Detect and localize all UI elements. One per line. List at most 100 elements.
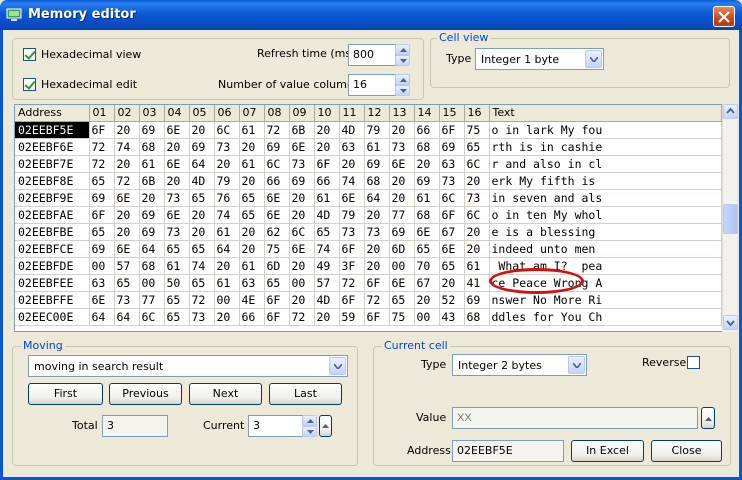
- byte-cell[interactable]: 73: [464, 189, 490, 207]
- byte-cell[interactable]: 6F: [264, 308, 290, 326]
- byte-cell[interactable]: 6F: [339, 291, 365, 309]
- current-go-button[interactable]: [319, 415, 332, 437]
- byte-cell[interactable]: 65: [89, 172, 115, 190]
- byte-cell[interactable]: 20: [164, 172, 190, 190]
- byte-cell[interactable]: 61: [164, 257, 190, 275]
- value-columns-input[interactable]: 16: [348, 74, 396, 96]
- byte-cell[interactable]: 76: [214, 189, 240, 207]
- byte-cell[interactable]: 61: [314, 189, 340, 207]
- byte-cell[interactable]: 77: [139, 291, 165, 309]
- byte-cell[interactable]: 64: [139, 240, 165, 258]
- byte-cell[interactable]: 6E: [264, 206, 290, 224]
- byte-cell[interactable]: 20: [214, 257, 240, 275]
- previous-button[interactable]: Previous: [109, 383, 182, 405]
- byte-cell[interactable]: 57: [114, 257, 140, 275]
- byte-cell[interactable]: 6E: [439, 240, 465, 258]
- current-spinner[interactable]: [302, 415, 317, 437]
- byte-cell[interactable]: 20: [339, 155, 365, 173]
- byte-cell[interactable]: 61: [214, 223, 240, 241]
- byte-cell[interactable]: 72: [189, 291, 215, 309]
- moving-mode-select[interactable]: moving in search result: [28, 355, 348, 377]
- byte-cell[interactable]: 77: [389, 206, 415, 224]
- byte-cell[interactable]: 20: [239, 172, 265, 190]
- byte-cell[interactable]: 73: [164, 189, 190, 207]
- byte-cell[interactable]: 63: [239, 274, 265, 292]
- address-cell[interactable]: 02EEBFBE: [15, 223, 90, 241]
- byte-cell[interactable]: 4D: [189, 172, 215, 190]
- text-cell[interactable]: indeed unto men: [489, 240, 722, 258]
- byte-cell[interactable]: 6C: [289, 223, 315, 241]
- byte-cell[interactable]: 75: [464, 121, 490, 139]
- byte-cell[interactable]: 00: [139, 274, 165, 292]
- byte-cell[interactable]: 6E: [114, 189, 140, 207]
- byte-cell[interactable]: 72: [89, 155, 115, 173]
- byte-cell[interactable]: 20: [464, 240, 490, 258]
- cell-view-type-select[interactable]: Integer 1 byte: [475, 48, 604, 70]
- byte-cell[interactable]: 61: [414, 189, 440, 207]
- text-cell[interactable]: erk My fifth is: [489, 172, 722, 190]
- byte-cell[interactable]: 69: [439, 138, 465, 156]
- text-cell[interactable]: o in lark My fou: [489, 121, 722, 139]
- byte-cell[interactable]: 61: [139, 155, 165, 173]
- hex-view-checkbox[interactable]: [23, 48, 36, 61]
- byte-cell[interactable]: 4D: [339, 121, 365, 139]
- spin-down-button[interactable]: [395, 85, 410, 96]
- byte-cell[interactable]: 73: [439, 172, 465, 190]
- byte-cell[interactable]: 65: [464, 138, 490, 156]
- table-row[interactable]: 02EEBF5E 6F 20 69 6E 20 6C 61 72 6B 20 4D 79 20 66 6F 75…: [15, 121, 722, 139]
- byte-cell[interactable]: 65: [189, 274, 215, 292]
- byte-cell[interactable]: 6C: [464, 155, 490, 173]
- byte-cell[interactable]: 69: [139, 121, 165, 139]
- byte-cell[interactable]: 6C: [464, 206, 490, 224]
- byte-cell[interactable]: 68: [364, 172, 390, 190]
- table-row[interactable]: 02EEBF7E 72 20 61 6E 64 20 61 6C 73 6F 20 69 6E 20 63 6C…: [15, 155, 722, 173]
- value-apply-button[interactable]: [701, 407, 715, 429]
- byte-cell[interactable]: 66: [314, 172, 340, 190]
- byte-cell[interactable]: 68: [139, 138, 165, 156]
- address-cell[interactable]: 02EEBFCE: [15, 240, 90, 258]
- byte-cell[interactable]: 20: [239, 138, 265, 156]
- byte-cell[interactable]: 6F: [439, 121, 465, 139]
- byte-cell[interactable]: 72: [114, 172, 140, 190]
- byte-cell[interactable]: 20: [189, 121, 215, 139]
- byte-cell[interactable]: 6F: [364, 274, 390, 292]
- byte-cell[interactable]: 20: [414, 291, 440, 309]
- byte-cell[interactable]: 74: [189, 257, 215, 275]
- byte-cell[interactable]: 20: [364, 206, 390, 224]
- byte-cell[interactable]: 67: [439, 223, 465, 241]
- table-row[interactable]: 02EEBFAE 6F 20 69 6E 20 74 65 6E 20 4D 79 20 77 68 6F 6C…: [15, 206, 722, 224]
- byte-cell[interactable]: 61: [239, 121, 265, 139]
- byte-cell[interactable]: 20: [364, 257, 390, 275]
- byte-cell[interactable]: 20: [464, 172, 490, 190]
- address-cell[interactable]: 02EEBFEE: [15, 274, 90, 292]
- refresh-time-spinner[interactable]: [395, 44, 410, 66]
- byte-cell[interactable]: 20: [239, 223, 265, 241]
- byte-cell[interactable]: 73: [289, 155, 315, 173]
- byte-cell[interactable]: 00: [289, 274, 315, 292]
- spin-up-button[interactable]: [395, 44, 410, 55]
- byte-cell[interactable]: 69: [264, 138, 290, 156]
- address-cell[interactable]: 02EEBFDE: [15, 257, 90, 275]
- byte-cell[interactable]: 65: [414, 240, 440, 258]
- grid-scrollbar[interactable]: [722, 104, 738, 332]
- table-row[interactable]: 02EEBFDE 00 57 68 61 74 20 61 6D 20 49 3F 20 00 70 65 61…: [15, 257, 722, 275]
- byte-cell[interactable]: 69: [139, 223, 165, 241]
- byte-cell[interactable]: 6E: [389, 274, 415, 292]
- text-cell[interactable]: ddles for You Ch: [489, 308, 722, 326]
- byte-cell[interactable]: 20: [289, 291, 315, 309]
- byte-cell[interactable]: 79: [214, 172, 240, 190]
- byte-cell[interactable]: 20: [314, 308, 340, 326]
- address-cell[interactable]: 02EEBF5E: [15, 121, 90, 139]
- byte-cell[interactable]: 6E: [164, 155, 190, 173]
- byte-cell[interactable]: 6E: [164, 121, 190, 139]
- byte-cell[interactable]: 61: [239, 257, 265, 275]
- byte-cell[interactable]: 75: [389, 308, 415, 326]
- byte-cell[interactable]: 69: [414, 172, 440, 190]
- byte-cell[interactable]: 6C: [264, 155, 290, 173]
- byte-cell[interactable]: 20: [289, 206, 315, 224]
- byte-cell[interactable]: 64: [114, 308, 140, 326]
- table-row[interactable]: 02EEBF6E 72 74 68 20 69 73 20 69 6E 20 63 61 73 68 69 65…: [15, 138, 722, 156]
- byte-cell[interactable]: 50: [164, 274, 190, 292]
- byte-cell[interactable]: 65: [189, 240, 215, 258]
- byte-cell[interactable]: 6F: [314, 155, 340, 173]
